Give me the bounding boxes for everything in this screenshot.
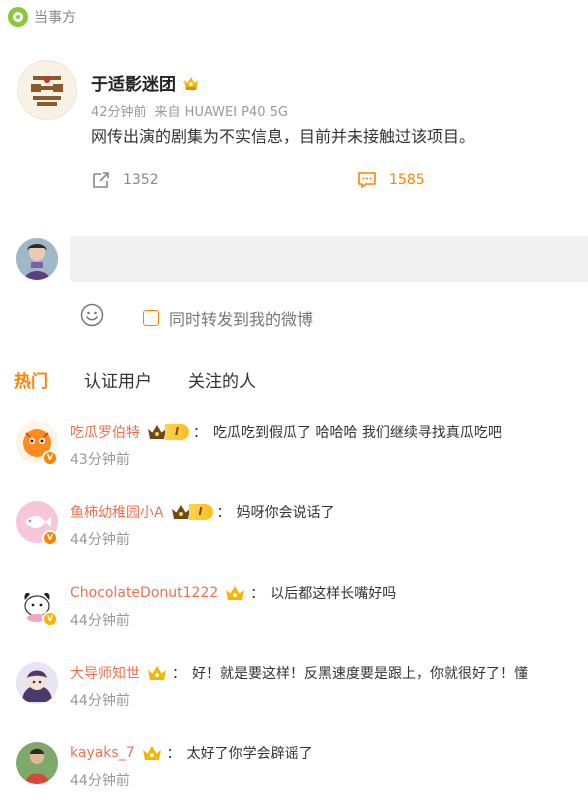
comment-text: 太好了你学会辟谣了: [186, 746, 313, 762]
anime-girl-avatar-icon: [16, 662, 58, 704]
comment-separator: ：: [172, 666, 186, 682]
source-logo-icon: [8, 7, 28, 27]
comment-line: ChocolateDonut1222 ： 以后都这样长嘴好吗: [70, 583, 396, 603]
verified-badge-icon: V: [42, 450, 58, 466]
forward-label: 同时转发到我的微博: [169, 310, 314, 329]
comment-count: 1585: [389, 172, 425, 188]
vip-level-badge: I: [146, 423, 189, 441]
comment-line: 鱼柿幼稚园小A I ： 妈呀你会说话了: [70, 502, 335, 522]
commenter-avatar[interactable]: [16, 742, 58, 784]
comment-button[interactable]: 1585: [357, 170, 425, 190]
comment-item: V ChocolateDonut1222 ： 以后都这样长嘴好吗 44分钟前: [0, 582, 588, 642]
post-source: 来自 HUAWEI P40 5G: [154, 105, 289, 120]
repost-icon: [93, 172, 109, 188]
comment-text: 妈呀你会说话了: [236, 505, 335, 521]
comment-tabs: 热门 认证用户 关注的人: [14, 367, 292, 392]
commenter-name[interactable]: ChocolateDonut1222: [70, 585, 218, 601]
comment-time[interactable]: 44分钟前: [70, 610, 130, 630]
comment-line: 吃瓜罗伯特 I ： 吃瓜吃到假瓜了 哈哈哈 我们继续寻找真瓜吃吧: [70, 422, 502, 442]
commenter-avatar[interactable]: [16, 662, 58, 704]
tab-following[interactable]: 关注的人: [188, 367, 256, 392]
vip-crown-icon: [142, 746, 161, 760]
vip-crown-icon: [184, 76, 198, 90]
vip-crown-icon: [148, 666, 166, 680]
post-time[interactable]: 42分钟前: [91, 105, 147, 120]
post-author-name[interactable]: 于适影迷团: [91, 70, 176, 95]
commenter-name[interactable]: 吃瓜罗伯特: [70, 422, 140, 442]
vip-crown-badge: [141, 744, 163, 762]
tab-verified-users[interactable]: 认证用户: [84, 367, 152, 392]
repost-button[interactable]: 1352: [91, 170, 159, 190]
repost-count: 1352: [123, 172, 159, 188]
post-author-line: 于适影迷团: [91, 70, 200, 95]
post-author-avatar[interactable]: [17, 60, 77, 120]
commenter-name[interactable]: 大导师知世: [70, 663, 140, 683]
vip-crown-badge: [146, 664, 168, 682]
comment-item: 大导师知世 ： 好！就是要这样！反黑速度要是跟上，你就很好了！懂 44分钟前: [0, 662, 588, 722]
comment-input[interactable]: [70, 236, 588, 282]
comment-item: V 吃瓜罗伯特 I ： 吃瓜吃到假瓜了 哈哈哈 我们继续寻找真瓜吃吧 43分钟前: [0, 421, 588, 481]
comment-text: 好！就是要这样！反黑速度要是跟上，你就很好了！懂: [192, 666, 528, 682]
my-avatar[interactable]: [16, 238, 58, 280]
comment-separator: ：: [250, 586, 265, 602]
comment-line: kayaks_7 ： 太好了你学会辟谣了: [70, 743, 313, 763]
comment-line: 大导师知世 ： 好！就是要这样！反黑速度要是跟上，你就很好了！懂: [70, 663, 528, 683]
comment-separator: ：: [193, 425, 207, 441]
tab-hot[interactable]: 热门: [14, 367, 48, 392]
comment-time[interactable]: 44分钟前: [70, 690, 130, 710]
comment-time[interactable]: 44分钟前: [70, 529, 130, 549]
commenter-name[interactable]: kayaks_7: [70, 745, 135, 761]
commenter-name[interactable]: 鱼柿幼稚园小A: [70, 502, 164, 522]
source-label: 当事方: [34, 10, 76, 26]
person-photo-avatar-icon: [16, 742, 58, 784]
vip-level-text: I: [188, 504, 213, 520]
comment-item: V 鱼柿幼稚园小A I ： 妈呀你会说话了 44分钟前: [0, 501, 588, 561]
post-text: 网传出演的剧集为不实信息，目前并未接触过该项目。: [91, 127, 476, 146]
user-avatar-icon: [16, 238, 58, 280]
comment-time[interactable]: 43分钟前: [70, 449, 130, 469]
post-meta: 42分钟前 来自 HUAWEI P40 5G: [91, 101, 288, 120]
forward-to-my-weibo-checkbox[interactable]: 同时转发到我的微博: [143, 306, 313, 330]
comment-text: 以后都这样长嘴好吗: [270, 586, 397, 602]
vip-crown-icon: [226, 586, 245, 600]
verified-badge-icon: V: [42, 611, 58, 627]
verified-badge-icon: V: [42, 530, 58, 546]
comment-item: kayaks_7 ： 太好了你学会辟谣了 44分钟前: [0, 742, 588, 802]
comment-text: 吃瓜吃到假瓜了 哈哈哈 我们继续寻找真瓜吃吧: [213, 425, 502, 441]
source-bar: 当事方: [8, 6, 76, 28]
vip-level-text: I: [165, 424, 189, 440]
vip-level-badge: I: [170, 503, 213, 521]
seal-logo-icon: [27, 72, 67, 108]
emoji-icon[interactable]: [80, 303, 104, 327]
post-actions: 1352 1585: [0, 170, 588, 194]
comment-icon: [358, 172, 376, 188]
comment-time[interactable]: 44分钟前: [70, 770, 130, 790]
comment-separator: ：: [166, 746, 181, 762]
vip-crown-badge: [224, 584, 246, 602]
checkbox-box[interactable]: [143, 310, 159, 326]
comment-separator: ：: [216, 505, 231, 521]
